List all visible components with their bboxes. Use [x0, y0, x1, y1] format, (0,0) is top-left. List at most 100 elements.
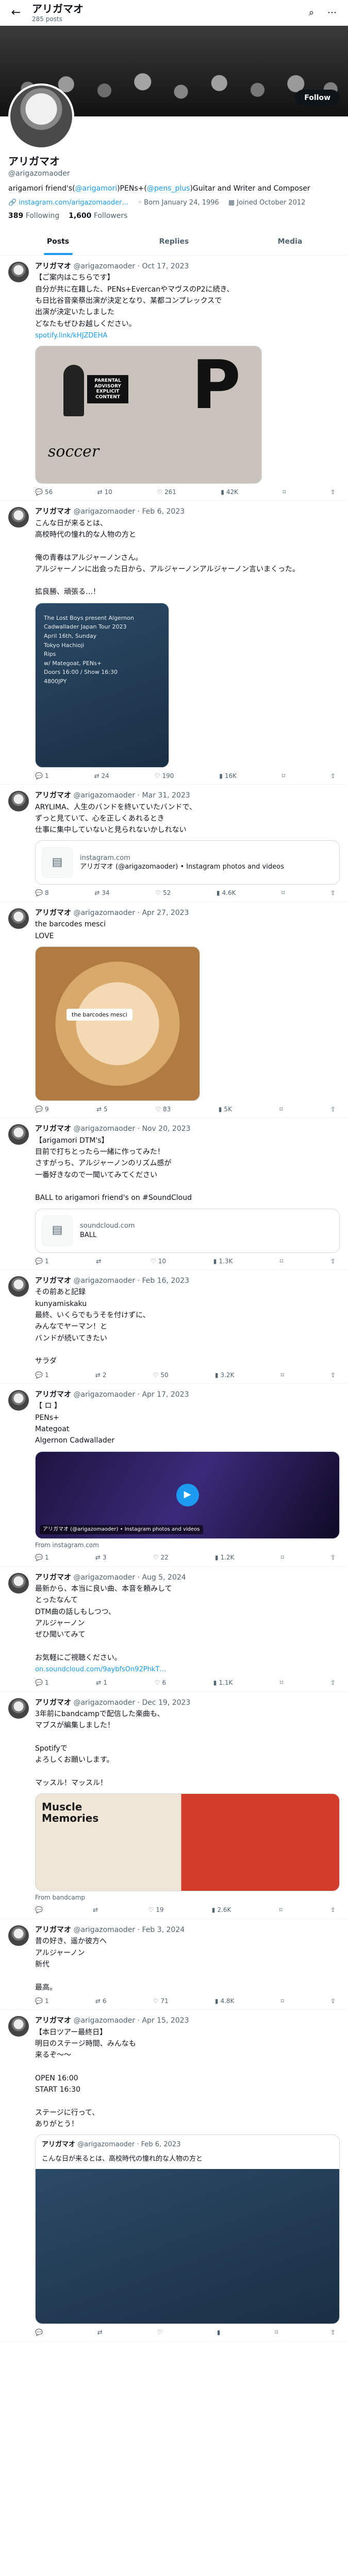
tweet-media[interactable]: the barcodes mesci: [35, 946, 200, 1101]
tweet-date[interactable]: · Aug 5, 2024: [138, 1573, 186, 1582]
share-icon[interactable]: ⇪: [330, 2328, 336, 2337]
back-arrow-icon[interactable]: ←: [7, 4, 25, 22]
more-icon[interactable]: ⋯: [323, 4, 341, 22]
views-action[interactable]: ▮ 4.8K: [215, 1997, 235, 2006]
views-action[interactable]: ▮ 1.2K: [215, 1553, 235, 1562]
link-card[interactable]: ▤ instagram.com アリガマオ (@arigazomaoder) • I…: [35, 840, 340, 885]
tweet-author-name[interactable]: アリガマオ: [35, 1125, 71, 1133]
tweet-avatar[interactable]: [8, 262, 29, 283]
tab-media[interactable]: Media: [232, 229, 348, 255]
like-action[interactable]: ♡ 71: [153, 1997, 169, 2006]
like-action[interactable]: ♡ 190: [155, 772, 174, 781]
tweet-date[interactable]: · Feb 16, 2023: [138, 1277, 189, 1285]
retweet-action[interactable]: ⇄ 6: [95, 1997, 107, 2006]
tweet[interactable]: アリガマオ @arigazomaoder · Feb 6, 2023 こんな日が来…: [0, 501, 348, 785]
following-stat[interactable]: 389 Following: [8, 212, 59, 220]
bookmark-icon[interactable]: ⌑: [281, 1997, 284, 2006]
views-action[interactable]: ▮ 16K: [219, 772, 237, 781]
like-action[interactable]: ♡ 83: [155, 1105, 171, 1114]
tweet-author-name[interactable]: アリガマオ: [35, 1277, 71, 1285]
bookmark-icon[interactable]: ⌑: [280, 1257, 283, 1266]
views-action[interactable]: ▮ 5K: [219, 1105, 232, 1114]
tweet-date[interactable]: · Apr 27, 2023: [138, 909, 189, 917]
tweet-author-name[interactable]: アリガマオ: [35, 262, 71, 270]
tweet[interactable]: アリガマオ @arigazomaoder · Dec 19, 2023 3年前にb…: [0, 1692, 348, 1920]
tweet-avatar[interactable]: [8, 791, 29, 812]
tweet-date[interactable]: · Feb 6, 2023: [138, 507, 185, 516]
bio-mention[interactable]: @arigamori: [75, 184, 118, 193]
bookmark-icon[interactable]: ⌑: [279, 1105, 283, 1114]
quoted-tweet[interactable]: アリガマオ @arigazomaoder · Feb 6, 2023 こんな日が来…: [35, 2134, 340, 2325]
retweet-action[interactable]: ⇄ 2: [95, 1371, 107, 1380]
tweet[interactable]: アリガマオ @arigazomaoder · Aug 5, 2024 最新から、本…: [0, 1567, 348, 1692]
tweet-avatar[interactable]: [8, 908, 29, 929]
views-action[interactable]: ▮ 1.3K: [213, 1257, 233, 1266]
share-icon[interactable]: ⇪: [330, 889, 336, 897]
tweet-avatar[interactable]: [8, 1276, 29, 1297]
reply-action[interactable]: 💬: [35, 1906, 45, 1914]
share-icon[interactable]: ⇪: [330, 1257, 336, 1266]
like-action[interactable]: ♡: [157, 2328, 164, 2337]
tweet[interactable]: アリガマオ @arigazomaoder · Apr 15, 2023 【本日ツア…: [0, 2010, 348, 2342]
bookmark-icon[interactable]: ⌑: [281, 889, 285, 897]
tweet-date[interactable]: · Dec 19, 2023: [138, 1699, 191, 1707]
follow-button[interactable]: Follow: [295, 90, 340, 106]
share-icon[interactable]: ⇪: [330, 1371, 336, 1380]
bookmark-icon[interactable]: ⌑: [280, 1679, 283, 1687]
reply-action[interactable]: 💬 1: [35, 1997, 49, 2006]
tweet[interactable]: アリガマオ @arigazomaoder · Mar 31, 2023 ARYLI…: [0, 785, 348, 903]
views-action[interactable]: ▮ 2.6K: [212, 1906, 231, 1914]
like-action[interactable]: ♡ 52: [155, 889, 171, 897]
share-icon[interactable]: ⇪: [330, 1906, 336, 1914]
tweet-link[interactable]: on.soundcloud.com/9aybfsOn92PhkT…: [35, 1665, 340, 1674]
play-icon[interactable]: ▶: [176, 1483, 199, 1506]
retweet-action[interactable]: ⇄: [97, 2328, 105, 2337]
tweet-author-name[interactable]: アリガマオ: [35, 909, 71, 917]
reply-action[interactable]: 💬 8: [35, 889, 49, 897]
link-card[interactable]: ▤ soundcloud.com BALL: [35, 1208, 340, 1253]
tweet-avatar[interactable]: [8, 1925, 29, 1946]
tweet-avatar[interactable]: [8, 1698, 29, 1719]
like-action[interactable]: ♡ 10: [151, 1257, 166, 1266]
like-action[interactable]: ♡ 19: [148, 1906, 163, 1914]
share-icon[interactable]: ⇪: [330, 1105, 336, 1114]
views-action[interactable]: ▮ 1.1K: [213, 1679, 233, 1687]
retweet-action[interactable]: ⇄ 24: [94, 772, 109, 781]
views-action[interactable]: ▮: [217, 2328, 223, 2337]
share-icon[interactable]: ⇪: [330, 1997, 336, 2006]
bookmark-icon[interactable]: ⌑: [283, 488, 286, 497]
tweet-link[interactable]: spotify.link/kHJZDEHA: [35, 331, 340, 341]
views-action[interactable]: ▮ 42K: [221, 488, 238, 497]
search-icon[interactable]: ⌕: [303, 4, 320, 22]
retweet-action[interactable]: ⇄ 1: [96, 1679, 107, 1687]
tweet-avatar[interactable]: [8, 1390, 29, 1411]
tweet-avatar[interactable]: [8, 2016, 29, 2037]
bookmark-icon[interactable]: ⌑: [275, 2328, 278, 2337]
like-action[interactable]: ♡ 6: [155, 1679, 166, 1687]
like-action[interactable]: ♡ 50: [153, 1371, 169, 1380]
profile-link-text[interactable]: instagram.com/arigazomaoder…: [19, 198, 128, 208]
followers-stat[interactable]: 1,600 Followers: [69, 212, 127, 220]
tweet-author-name[interactable]: アリガマオ: [35, 1391, 71, 1399]
tweet[interactable]: アリガマオ @arigazomaoder · Oct 17, 2023 【ご案内は…: [0, 256, 348, 501]
views-action[interactable]: ▮ 3.2K: [215, 1371, 235, 1380]
retweet-action[interactable]: ⇄ 10: [97, 488, 112, 497]
tweet-avatar[interactable]: [8, 1572, 29, 1594]
bookmark-icon[interactable]: ⌑: [281, 1371, 284, 1380]
tweet[interactable]: アリガマオ @arigazomaoder · Nov 20, 2023 【arig…: [0, 1118, 348, 1270]
tweet-author-name[interactable]: アリガマオ: [35, 1926, 71, 1934]
tweet[interactable]: アリガマオ @arigazomaoder · Feb 3, 2024 昔の好き、遥…: [0, 1919, 348, 2010]
share-icon[interactable]: ⇪: [330, 1553, 336, 1562]
retweet-action[interactable]: ⇄: [93, 1906, 100, 1914]
like-action[interactable]: ♡ 261: [157, 488, 176, 497]
share-icon[interactable]: ⇪: [330, 488, 336, 497]
tweet-author-name[interactable]: アリガマオ: [35, 507, 71, 516]
reply-action[interactable]: 💬 56: [35, 488, 53, 497]
reply-action[interactable]: 💬 1: [35, 1553, 49, 1562]
tab-replies[interactable]: Replies: [116, 229, 232, 255]
bookmark-icon[interactable]: ⌑: [282, 772, 285, 781]
retweet-action[interactable]: ⇄: [96, 1257, 103, 1266]
tweet-avatar[interactable]: [8, 507, 29, 528]
share-icon[interactable]: ⇪: [330, 1679, 336, 1687]
tweet[interactable]: アリガマオ @arigazomaoder · Apr 17, 2023 【 ロ 】…: [0, 1384, 348, 1567]
